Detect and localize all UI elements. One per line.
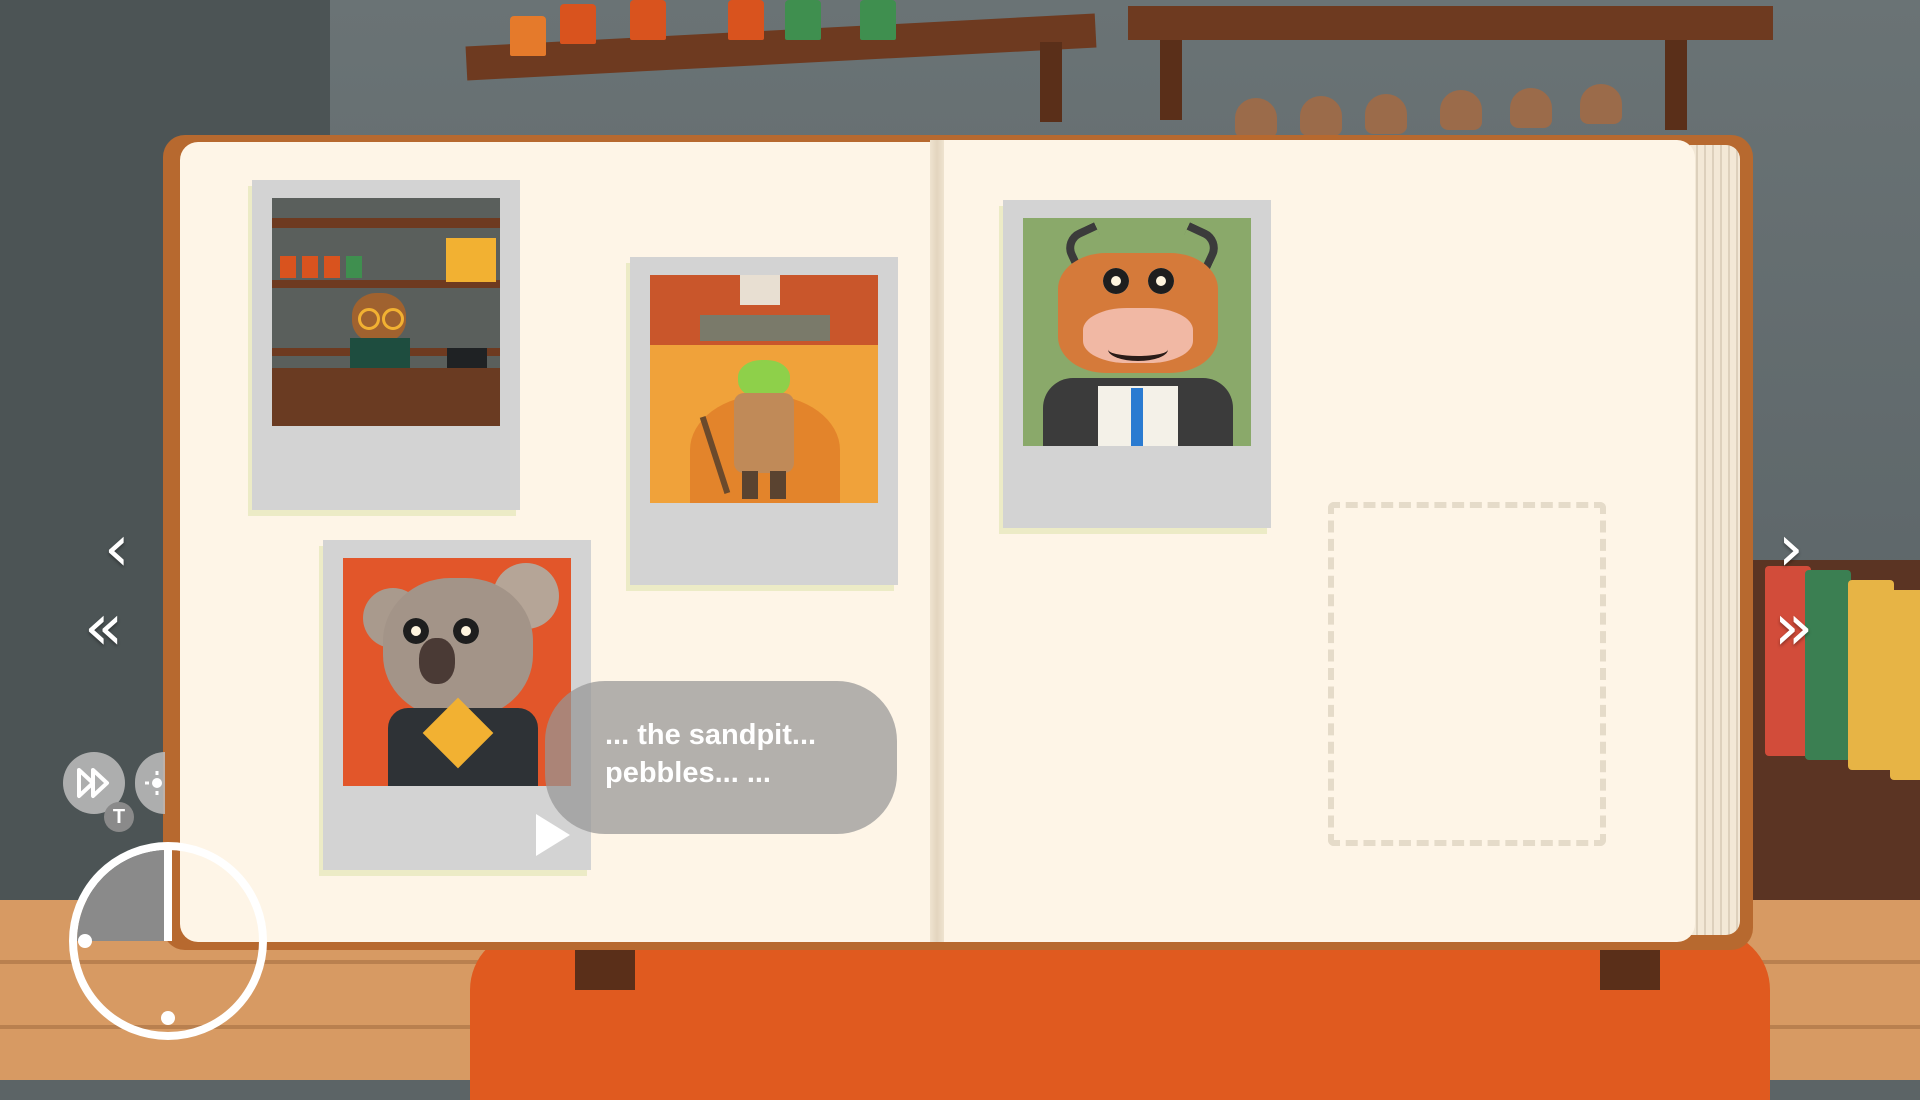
sun-icon: [145, 771, 162, 795]
first-page-double-chevron-left-icon[interactable]: «: [84, 596, 123, 660]
sack: [1300, 96, 1342, 136]
jar: [630, 0, 666, 40]
jar: [728, 0, 764, 40]
journal-spine: [930, 140, 944, 942]
play-audio-icon[interactable]: [536, 814, 570, 856]
shelf-bracket: [1040, 42, 1062, 122]
sack: [1365, 94, 1407, 134]
clock-icon: [69, 842, 267, 1040]
sack: [1235, 98, 1277, 138]
shelf-right: [1128, 6, 1773, 40]
photo-cow: [1023, 218, 1251, 446]
jar: [510, 16, 546, 56]
sack: [1510, 88, 1552, 128]
photo-koala: [343, 558, 571, 786]
empty-photo-slot: [1328, 502, 1606, 846]
sack: [1580, 84, 1622, 124]
polaroid-photo-bear[interactable]: [252, 180, 520, 510]
photo-bear-shopkeeper: [272, 198, 500, 426]
next-page-chevron-right-icon[interactable]: ›: [1778, 517, 1804, 581]
polaroid-photo-cow[interactable]: [1003, 200, 1271, 528]
settings-button[interactable]: [135, 752, 165, 814]
sack: [1440, 90, 1482, 130]
book: [1848, 580, 1894, 770]
jar: [560, 4, 596, 44]
book: [1890, 590, 1920, 780]
prev-page-chevron-left-icon[interactable]: ‹: [104, 517, 130, 581]
shelf-bracket: [1665, 40, 1687, 130]
dialogue-text: ... the sandpit... pebbles... ...: [605, 719, 817, 789]
fast-forward-key-badge: T: [104, 802, 134, 832]
orange-rug: [470, 930, 1770, 1100]
jar: [860, 0, 896, 40]
shelf-bracket: [1160, 40, 1182, 120]
polaroid-photo-frog[interactable]: [630, 257, 898, 585]
journal-page-edges: [1690, 145, 1740, 935]
photo-frog-desert: [650, 275, 878, 503]
jar: [785, 0, 821, 40]
last-page-double-chevron-right-icon[interactable]: »: [1774, 596, 1813, 660]
